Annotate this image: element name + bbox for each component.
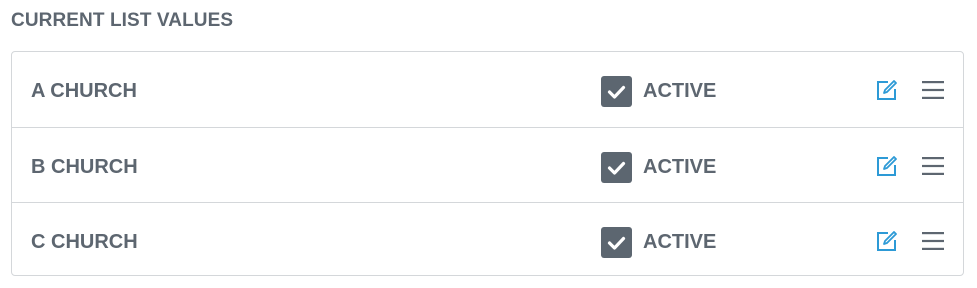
- edit-icon: [877, 156, 897, 176]
- row-name: A CHURCH: [31, 80, 137, 102]
- active-checkbox[interactable]: [601, 227, 632, 258]
- edit-button[interactable]: [875, 78, 899, 102]
- section-title: CURRENT LIST VALUES: [11, 10, 234, 31]
- drag-handle[interactable]: [921, 229, 945, 253]
- row-name: C CHURCH: [31, 231, 138, 253]
- edit-icon: [877, 231, 897, 251]
- drag-handle[interactable]: [921, 154, 945, 178]
- checkmark-icon: [607, 85, 626, 99]
- checkmark-icon: [607, 161, 626, 175]
- drag-handle-icon: [922, 81, 944, 99]
- list-row: B CHURCH ACTIVE: [12, 127, 963, 202]
- list-row: A CHURCH ACTIVE: [12, 52, 963, 127]
- edit-button[interactable]: [875, 154, 899, 178]
- row-name: B CHURCH: [31, 156, 138, 178]
- drag-handle[interactable]: [921, 78, 945, 102]
- edit-button[interactable]: [875, 229, 899, 253]
- checkmark-icon: [607, 236, 626, 250]
- edit-icon: [877, 80, 897, 100]
- list-values-panel: A CHURCH ACTIVE B CHURCH ACTIVE C CHURCH…: [11, 51, 964, 276]
- status-label: ACTIVE: [643, 80, 717, 102]
- status-label: ACTIVE: [643, 156, 717, 178]
- drag-handle-icon: [922, 232, 944, 250]
- active-checkbox[interactable]: [601, 76, 632, 107]
- drag-handle-icon: [922, 157, 944, 175]
- list-row: C CHURCH ACTIVE: [12, 202, 963, 277]
- active-checkbox[interactable]: [601, 152, 632, 183]
- status-label: ACTIVE: [643, 231, 717, 253]
